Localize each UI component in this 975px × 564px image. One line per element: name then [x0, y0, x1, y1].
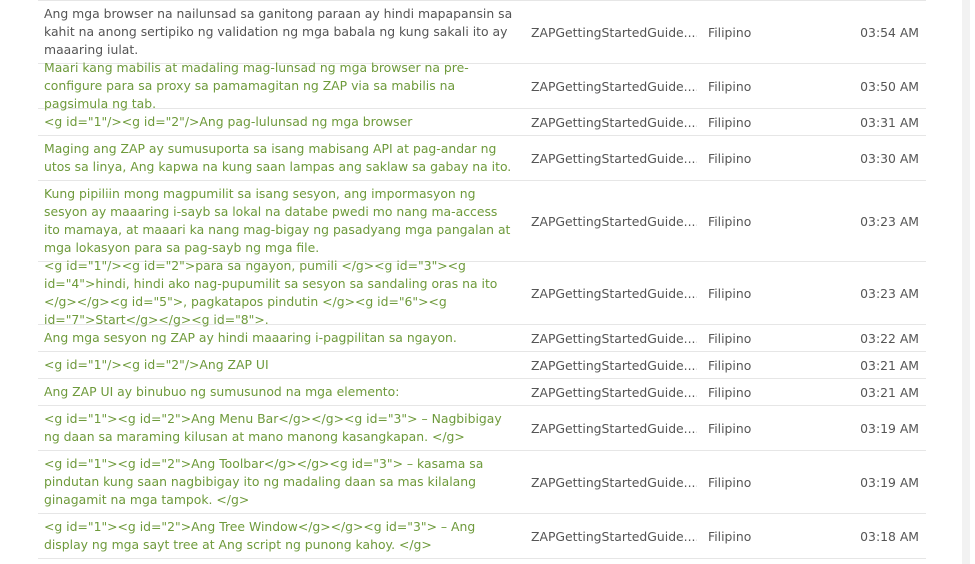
file-name: ZAPGettingStartedGuide.... [531, 150, 697, 166]
timestamp: 03:54 AM [860, 24, 919, 40]
file-name: ZAPGettingStartedGuide.... [531, 357, 697, 373]
translation-history-table: Ang mga browser na nailunsad sa ganitong… [38, 0, 926, 559]
table-row[interactable]: Kung pipiliin mong magpumilit sa isang s… [38, 181, 926, 262]
language: Filipino [708, 420, 752, 436]
timestamp: 03:23 AM [860, 213, 919, 229]
source-text: <g id="1"/><g id="2"/>Ang ZAP UI [44, 357, 269, 372]
timestamp: 03:19 AM [860, 420, 919, 436]
source-text: <g id="1"><g id="2">Ang Toolbar</g></g><… [44, 456, 484, 507]
table-row[interactable]: Ang ZAP UI ay binubuo ng sumusunod na mg… [38, 379, 926, 406]
timestamp: 03:21 AM [860, 357, 919, 373]
source-text: Ang mga sesyon ng ZAP ay hindi maaaring … [44, 330, 457, 345]
table-row[interactable]: <g id="1"><g id="2">Ang Menu Bar</g></g>… [38, 406, 926, 451]
table-row[interactable]: <g id="1"/><g id="2"/>Ang pag-lulunsad n… [38, 109, 926, 136]
source-text: <g id="1"/><g id="2">para sa ngayon, pum… [44, 258, 498, 327]
language: Filipino [708, 24, 752, 40]
timestamp: 03:22 AM [860, 330, 919, 346]
language: Filipino [708, 528, 752, 544]
source-text: Ang mga browser na nailunsad sa ganitong… [44, 6, 513, 57]
language: Filipino [708, 285, 752, 301]
file-name: ZAPGettingStartedGuide.... [531, 474, 697, 490]
file-name: ZAPGettingStartedGuide.... [531, 528, 697, 544]
timestamp: 03:50 AM [860, 78, 919, 94]
source-text: Kung pipiliin mong magpumilit sa isang s… [44, 186, 511, 255]
file-name: ZAPGettingStartedGuide.... [531, 114, 697, 130]
timestamp: 03:19 AM [860, 474, 919, 490]
file-name: ZAPGettingStartedGuide.... [531, 24, 697, 40]
language: Filipino [708, 474, 752, 490]
vertical-scrollbar[interactable] [962, 0, 970, 564]
table-row[interactable]: <g id="1"/><g id="2">para sa ngayon, pum… [38, 258, 926, 327]
source-text: <g id="1"><g id="2">Ang Menu Bar</g></g>… [44, 411, 502, 444]
source-text: Maging ang ZAP ay sumusuporta sa isang m… [44, 141, 512, 174]
language: Filipino [708, 150, 752, 166]
file-name: ZAPGettingStartedGuide.... [531, 78, 697, 94]
source-text: Ang ZAP UI ay binubuo ng sumusunod na mg… [44, 384, 400, 399]
timestamp: 03:21 AM [860, 384, 919, 400]
language: Filipino [708, 114, 752, 130]
table-row[interactable]: <g id="1"><g id="2">Ang Toolbar</g></g><… [38, 451, 926, 514]
table-row[interactable]: <g id="1"/><g id="2"/>Ang ZAP UI ZAPGett… [38, 352, 926, 379]
table-row[interactable]: Ang mga browser na nailunsad sa ganitong… [38, 1, 926, 64]
source-text: <g id="1"/><g id="2"/>Ang pag-lulunsad n… [44, 114, 413, 129]
language: Filipino [708, 384, 752, 400]
source-text: Maari kang mabilis at madaling mag-lunsa… [44, 60, 469, 111]
language: Filipino [708, 78, 752, 94]
table-row[interactable]: Maari kang mabilis at madaling mag-lunsa… [38, 60, 926, 111]
table-row[interactable]: <g id="1"><g id="2">Ang Tree Window</g><… [38, 514, 926, 559]
table-row[interactable]: Ang mga sesyon ng ZAP ay hindi maaaring … [38, 325, 926, 352]
timestamp: 03:18 AM [860, 528, 919, 544]
file-name: ZAPGettingStartedGuide.... [531, 285, 697, 301]
language: Filipino [708, 357, 752, 373]
file-name: ZAPGettingStartedGuide.... [531, 384, 697, 400]
timestamp: 03:23 AM [860, 285, 919, 301]
table-row[interactable]: Maging ang ZAP ay sumusuporta sa isang m… [38, 136, 926, 181]
timestamp: 03:31 AM [860, 114, 919, 130]
file-name: ZAPGettingStartedGuide.... [531, 213, 697, 229]
language: Filipino [708, 213, 752, 229]
source-text: <g id="1"><g id="2">Ang Tree Window</g><… [44, 519, 476, 552]
file-name: ZAPGettingStartedGuide.... [531, 420, 697, 436]
timestamp: 03:30 AM [860, 150, 919, 166]
file-name: ZAPGettingStartedGuide.... [531, 330, 697, 346]
language: Filipino [708, 330, 752, 346]
